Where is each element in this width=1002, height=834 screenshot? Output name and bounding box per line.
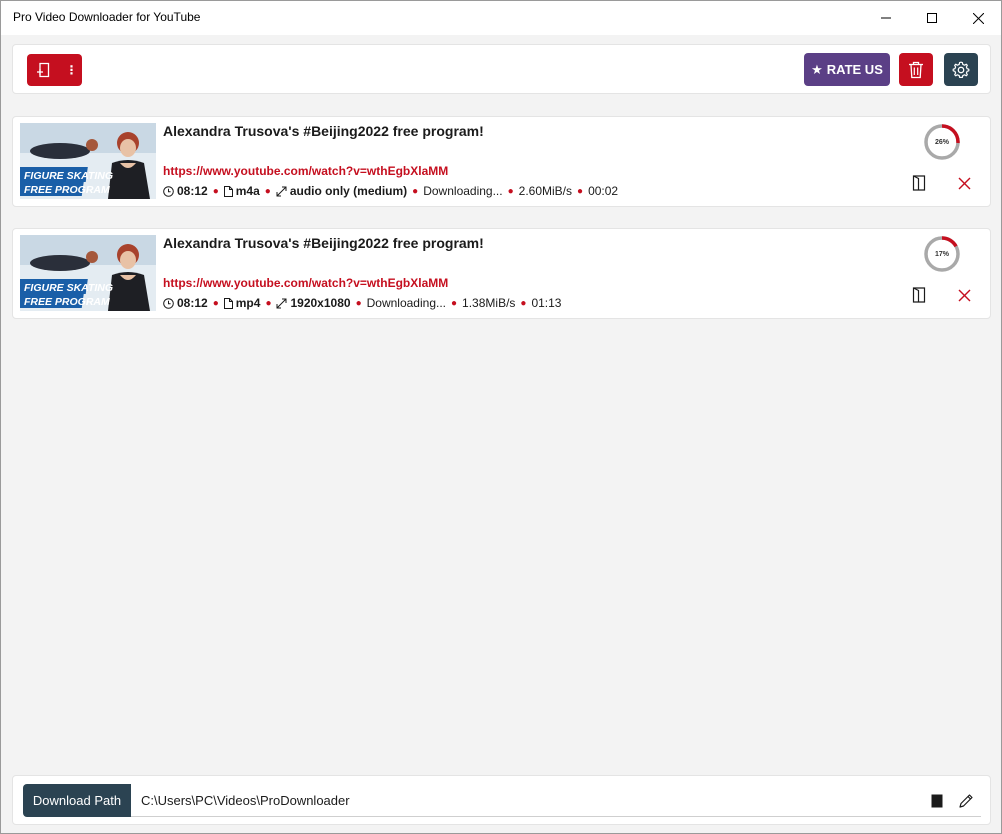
- format-text: m4a: [235, 184, 260, 198]
- download-item: FIGURE SKATING FREE PROGRAM Alexandra Tr…: [12, 228, 991, 319]
- gear-icon: [952, 61, 970, 78]
- progress-percent: 17%: [934, 250, 949, 258]
- progress-percent: 26%: [934, 138, 949, 146]
- separator-dot: ●: [412, 185, 419, 197]
- close-window-button[interactable]: [955, 1, 1001, 35]
- duration-text: 08:12: [177, 184, 208, 198]
- progress-ring: 26%: [923, 123, 961, 161]
- video-thumbnail: FIGURE SKATING FREE PROGRAM: [20, 235, 156, 311]
- separator-dot: ●: [265, 297, 272, 309]
- clock-icon: [163, 185, 174, 197]
- clear-all-button[interactable]: [899, 53, 933, 86]
- app-window: Pro Video Downloader for YouTube ⋮ ★ RAT…: [0, 0, 1002, 834]
- video-url[interactable]: https://www.youtube.com/watch?v=wthEgbXl…: [163, 276, 448, 290]
- pencil-icon: [959, 794, 973, 808]
- minimize-button[interactable]: [863, 1, 909, 35]
- folder-icon: [931, 794, 943, 808]
- file-icon: [223, 297, 233, 309]
- download-path-bar: Download Path: [12, 775, 991, 825]
- trash-icon: [909, 61, 923, 78]
- video-url[interactable]: https://www.youtube.com/watch?v=wthEgbXl…: [163, 164, 448, 178]
- close-icon: [958, 289, 970, 301]
- edit-path-button[interactable]: [956, 791, 976, 811]
- separator-dot: ●: [212, 185, 219, 197]
- quality-text: audio only (medium): [289, 184, 408, 198]
- toolbar: ⋮ ★ RATE US: [12, 44, 991, 94]
- video-title: Alexandra Trusova's #Beijing2022 free pr…: [163, 123, 484, 139]
- maximize-button[interactable]: [909, 1, 955, 35]
- open-folder-button[interactable]: [909, 173, 929, 193]
- separator-dot: ●: [264, 185, 271, 197]
- window-title: Pro Video Downloader for YouTube: [13, 10, 201, 24]
- cancel-download-button[interactable]: [954, 173, 974, 193]
- format-text: mp4: [235, 296, 261, 310]
- folder-open-icon: [912, 287, 926, 303]
- resize-icon: [276, 186, 287, 197]
- separator-dot: ●: [212, 297, 219, 309]
- eta-text: 00:02: [588, 184, 619, 198]
- thumbnail-text-2: FREE PROGRAM: [24, 184, 110, 196]
- more-vertical-icon: ⋮: [65, 63, 78, 77]
- download-item: FIGURE SKATING FREE PROGRAM Alexandra Tr…: [12, 116, 991, 207]
- download-meta: 08:12 ● m4a ● audio only (medium) ● Down…: [163, 184, 618, 198]
- thumbnail-text-1: FIGURE SKATING: [24, 170, 113, 182]
- more-options-button[interactable]: ⋮: [61, 54, 82, 86]
- close-icon: [958, 177, 970, 189]
- status-text: Downloading...: [423, 184, 503, 198]
- download-path-label: Download Path: [23, 784, 131, 817]
- cancel-download-button[interactable]: [954, 285, 974, 305]
- speed-text: 2.60MiB/s: [518, 184, 573, 198]
- separator-dot: ●: [520, 297, 527, 309]
- eta-text: 01:13: [531, 296, 562, 310]
- close-icon: [972, 12, 984, 24]
- duration-text: 08:12: [177, 296, 208, 310]
- video-thumbnail: FIGURE SKATING FREE PROGRAM: [20, 123, 156, 199]
- thumbnail-text-2: FREE PROGRAM: [24, 296, 110, 308]
- separator-dot: ●: [577, 185, 584, 197]
- download-meta: 08:12 ● mp4 ● 1920x1080 ● Downloading...…: [163, 296, 561, 310]
- open-folder-button[interactable]: [909, 285, 929, 305]
- rate-us-button[interactable]: ★ RATE US: [804, 53, 890, 86]
- separator-dot: ●: [451, 297, 458, 309]
- maximize-icon: [927, 13, 937, 23]
- speed-text: 1.38MiB/s: [462, 296, 516, 310]
- rate-us-label: RATE US: [826, 62, 883, 77]
- minimize-icon: [881, 17, 891, 19]
- add-document-icon: [37, 62, 50, 78]
- video-title: Alexandra Trusova's #Beijing2022 free pr…: [163, 235, 484, 251]
- open-path-button[interactable]: [927, 791, 947, 811]
- star-icon: ★: [811, 61, 823, 77]
- status-text: Downloading...: [366, 296, 446, 310]
- quality-text: 1920x1080: [290, 296, 351, 310]
- file-icon: [223, 185, 233, 197]
- separator-dot: ●: [355, 297, 362, 309]
- add-download-button[interactable]: [27, 54, 61, 86]
- add-download-split-button: ⋮: [27, 54, 82, 86]
- title-bar: Pro Video Downloader for YouTube: [1, 1, 1001, 35]
- download-path-input[interactable]: [131, 784, 981, 817]
- clock-icon: [163, 297, 174, 309]
- folder-open-icon: [912, 175, 926, 191]
- settings-button[interactable]: [944, 53, 978, 86]
- progress-ring: 17%: [923, 235, 961, 273]
- separator-dot: ●: [507, 185, 514, 197]
- resize-icon: [276, 298, 287, 309]
- thumbnail-text-1: FIGURE SKATING: [24, 282, 113, 294]
